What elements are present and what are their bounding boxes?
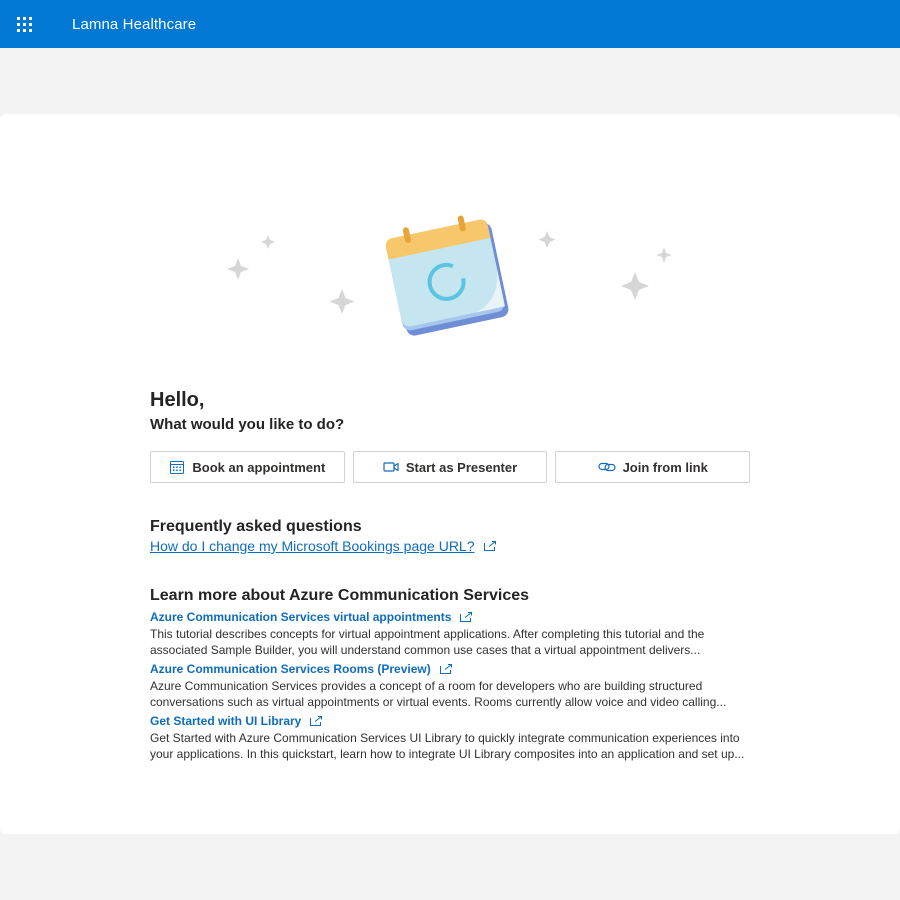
open-in-new-window-icon	[310, 716, 323, 726]
open-in-new-window-icon	[460, 612, 473, 622]
join-from-link-button[interactable]: Join from link	[555, 451, 751, 483]
top-bar: Lamna Healthcare	[0, 0, 900, 48]
waffle-grid	[16, 16, 32, 32]
learn-item-link-virtual-appointments[interactable]: Azure Communication Services virtual app…	[150, 609, 473, 625]
learn-item: Azure Communication Services virtual app…	[150, 608, 750, 658]
learn-item-description: Azure Communication Services provides a …	[150, 679, 727, 709]
app-launcher-waffle-icon[interactable]	[0, 0, 48, 48]
main-card: Hello, What would you like to do? Book a…	[0, 114, 900, 834]
home-content: Hello, What would you like to do? Book a…	[150, 387, 751, 762]
learn-item-link-ui-library[interactable]: Get Started with UI Library	[150, 713, 323, 729]
faq-link-text: How do I change my Microsoft Bookings pa…	[150, 538, 475, 554]
join-from-link-label: Join from link	[622, 459, 708, 475]
learn-item-title: Azure Communication Services Rooms (Prev…	[150, 662, 431, 676]
learn-more-section: Learn more about Azure Communication Ser…	[150, 586, 750, 762]
start-as-presenter-button[interactable]: Start as Presenter	[352, 451, 548, 483]
prompt-heading: What would you like to do?	[150, 416, 345, 433]
start-as-presenter-label: Start as Presenter	[405, 459, 518, 475]
faq-link[interactable]: How do I change my Microsoft Bookings pa…	[150, 538, 497, 554]
book-appointment-label: Book an appointment	[192, 459, 326, 475]
learn-item-description: Get Started with Azure Communication Ser…	[150, 731, 745, 761]
link-icon	[597, 462, 616, 472]
learn-item: Azure Communication Services Rooms (Prev…	[150, 660, 750, 710]
learn-item-title: Get Started with UI Library	[150, 714, 302, 728]
calendar-illustration	[227, 215, 672, 336]
learn-more-title: Learn more about Azure Communication Ser…	[150, 587, 530, 604]
open-in-new-window-icon	[439, 664, 452, 674]
action-buttons: Book an appointment Start as Presenter J…	[150, 451, 751, 483]
app-title: Lamna Healthcare	[72, 15, 197, 33]
learn-item-description: This tutorial describes concepts for vir…	[150, 627, 705, 657]
faq-title: Frequently asked questions	[150, 518, 362, 535]
open-in-new-window-icon	[483, 541, 496, 551]
calendar-icon	[170, 461, 185, 474]
learn-item-link-rooms[interactable]: Azure Communication Services Rooms (Prev…	[150, 661, 453, 677]
book-appointment-button[interactable]: Book an appointment	[150, 451, 345, 483]
learn-item: Get Started with UI Library Get Started …	[150, 712, 750, 762]
greeting-heading: Hello,	[150, 389, 205, 411]
faq-section: Frequently asked questions How do I chan…	[150, 517, 750, 556]
video-camera-icon	[383, 462, 399, 472]
learn-item-title: Azure Communication Services virtual app…	[150, 610, 452, 624]
